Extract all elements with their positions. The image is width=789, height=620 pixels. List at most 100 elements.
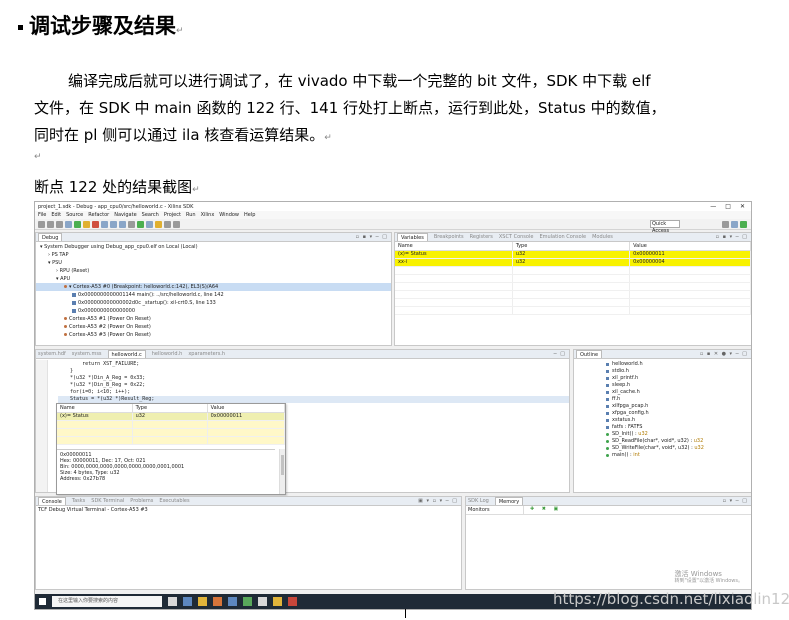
console-controls-icon[interactable]: ▣ ▾ ▫ ▾ ─ □: [418, 498, 461, 504]
app-icon-3[interactable]: [213, 597, 222, 606]
debug-tree-row[interactable]: 0x0000000000001144 main(): ../src/hellow…: [36, 291, 391, 299]
editor-tab-system-mss[interactable]: system.mss: [72, 351, 102, 357]
perspective-debug-icon[interactable]: [740, 220, 747, 228]
app-icon-6[interactable]: [258, 597, 267, 606]
menu-item-run[interactable]: Run: [186, 212, 196, 218]
outline-item[interactable]: main() : int: [574, 452, 751, 459]
step-into-icon[interactable]: [101, 220, 108, 228]
outline-item[interactable]: helloworld.h: [574, 361, 751, 368]
tab-memory[interactable]: Memory: [494, 497, 524, 505]
debug-tree-row[interactable]: Cortex-A53 #1 (Power On Reset): [36, 315, 391, 323]
code-area[interactable]: return XST_FAILURE; } *(u32 *)Din_A_Reg …: [36, 359, 569, 403]
perspective-cc-icon[interactable]: [731, 220, 738, 228]
perspective-open-icon[interactable]: [722, 220, 729, 228]
debug-tree-row[interactable]: ▾ Cortex-A53 #0 (Breakpoint: helloworld.…: [36, 283, 391, 291]
menu-item-source[interactable]: Source: [66, 212, 83, 218]
hover-row[interactable]: (x)= Status u32 0x00000011: [57, 412, 286, 421]
menu-item-help[interactable]: Help: [244, 212, 255, 218]
editor-tab-xparameters-h[interactable]: xparameters.h: [188, 351, 225, 357]
add-monitor-icon[interactable]: ✚ ✖ ▣: [524, 506, 561, 514]
outline-item[interactable]: SD_ReadFile(char*, void*, u32) : u32: [574, 438, 751, 445]
tab-emulation-console[interactable]: Emulation Console: [539, 234, 586, 240]
debug-tree-row[interactable]: Cortex-A53 #3 (Power On Reset): [36, 331, 391, 339]
outline-item[interactable]: xstatus.h: [574, 417, 751, 424]
tab-xsct-console[interactable]: XSCT Console: [499, 234, 534, 240]
variables-controls-icon[interactable]: ▫ ▪ ▾ ─ □: [716, 234, 751, 240]
editor-tab-helloworld-h[interactable]: helloworld.h: [152, 351, 183, 357]
app-icon-sdk[interactable]: [288, 597, 297, 606]
editor-tab-system-hdf[interactable]: system.hdf: [38, 351, 66, 357]
run-icon[interactable]: [137, 220, 144, 228]
tab-problems[interactable]: Problems: [130, 498, 153, 504]
app-icon-4[interactable]: [228, 597, 237, 606]
tab-modules[interactable]: Modules: [592, 234, 613, 240]
tab-executables[interactable]: Executables: [159, 498, 189, 504]
new-icon[interactable]: [38, 220, 45, 228]
quick-access-input[interactable]: Quick Access: [650, 220, 680, 234]
terminate-icon[interactable]: [92, 220, 99, 228]
col-value[interactable]: Value: [629, 242, 751, 251]
nav-forward-icon[interactable]: [173, 220, 180, 228]
memory-controls-icon[interactable]: ▫ ▾ ─ □: [723, 498, 751, 504]
taskbar-search-input[interactable]: 在这里输入你要搜索的内容: [52, 596, 162, 607]
outline-item[interactable]: SD_Init() : u32: [574, 431, 751, 438]
step-return-icon[interactable]: [119, 220, 126, 228]
debug-tree-row[interactable]: › PS TAP: [36, 251, 391, 259]
outline-item[interactable]: xil_cache.h: [574, 389, 751, 396]
app-icon-5[interactable]: [243, 597, 252, 606]
debug-tree-row[interactable]: Cortex-A53 #2 (Power On Reset): [36, 323, 391, 331]
suspend-icon[interactable]: [83, 220, 90, 228]
app-icon-1[interactable]: [183, 597, 192, 606]
tab-sdk-log[interactable]: SDK Log: [468, 498, 489, 504]
resume-icon[interactable]: [74, 220, 81, 228]
build-icon[interactable]: [65, 220, 72, 228]
debug-tree-row[interactable]: ▾ PSU: [36, 259, 391, 267]
debug-run-icon[interactable]: [146, 220, 153, 228]
program-fpga-icon[interactable]: [128, 220, 135, 228]
outline-item[interactable]: fatfs : FATFS: [574, 424, 751, 431]
tab-variables[interactable]: Variables: [397, 233, 428, 241]
outline-item[interactable]: xil_printf.h: [574, 375, 751, 382]
outline-item[interactable]: SD_WriteFile(char*, void*, u32) : u32: [574, 445, 751, 452]
outline-item[interactable]: ff.h: [574, 396, 751, 403]
col-name[interactable]: Name: [395, 242, 513, 251]
variable-row[interactable]: xx-i u32 0x00000004: [395, 258, 751, 267]
outline-item[interactable]: xilfpga_pcap.h: [574, 403, 751, 410]
maximize-icon[interactable]: □: [725, 203, 731, 210]
menu-item-xilinx[interactable]: Xilinx: [201, 212, 215, 218]
view-controls-icon[interactable]: ▫ ▪ ▾ ─ □: [356, 234, 391, 240]
nav-back-icon[interactable]: [164, 220, 171, 228]
menu-item-search[interactable]: Search: [142, 212, 159, 218]
tab-breakpoints[interactable]: Breakpoints: [434, 234, 464, 240]
tab-debug[interactable]: Debug: [38, 233, 63, 241]
windows-start-icon[interactable]: [39, 598, 46, 605]
tab-tasks[interactable]: Tasks: [72, 498, 85, 504]
variable-row[interactable]: (x)= Status u32 0x00000011: [395, 250, 751, 259]
debug-tree-row[interactable]: › RPU (Reset): [36, 267, 391, 275]
close-icon[interactable]: ✕: [740, 203, 745, 210]
menu-item-navigate[interactable]: Navigate: [114, 212, 136, 218]
save-icon[interactable]: [47, 220, 54, 228]
editor-controls-icon[interactable]: ─ □: [554, 351, 569, 357]
outline-item[interactable]: xfpga_config.h: [574, 410, 751, 417]
menu-item-edit[interactable]: Edit: [51, 212, 61, 218]
tab-outline[interactable]: Outline: [576, 350, 603, 358]
outline-item[interactable]: sleep.h: [574, 382, 751, 389]
tab-registers[interactable]: Registers: [470, 234, 493, 240]
minimize-icon[interactable]: —: [710, 203, 716, 210]
app-icon-7[interactable]: [273, 597, 282, 606]
debug-tree-row[interactable]: 0x000000000000002d0c _startup(): xil-crt…: [36, 299, 391, 307]
tab-console[interactable]: Console: [38, 497, 66, 505]
app-icon-2[interactable]: [198, 597, 207, 606]
menu-item-window[interactable]: Window: [219, 212, 239, 218]
hover-scrollbar[interactable]: [279, 449, 285, 494]
task-view-icon[interactable]: [168, 597, 177, 606]
editor-tab-helloworld-c[interactable]: helloworld.c: [107, 350, 146, 358]
debug-tree-row[interactable]: ▾ APU: [36, 275, 391, 283]
menu-item-project[interactable]: Project: [164, 212, 181, 218]
debug-tree-row[interactable]: 0x0000000000000000: [36, 307, 391, 315]
tab-sdk-terminal[interactable]: SDK Terminal: [91, 498, 124, 504]
debug-tree-row[interactable]: ▾ System Debugger using Debug_app_cpu0.e…: [36, 243, 391, 251]
print-icon[interactable]: [56, 220, 63, 228]
outline-controls-icon[interactable]: ▫ ▪ ✕ ● ▾ ─ □: [700, 351, 751, 357]
